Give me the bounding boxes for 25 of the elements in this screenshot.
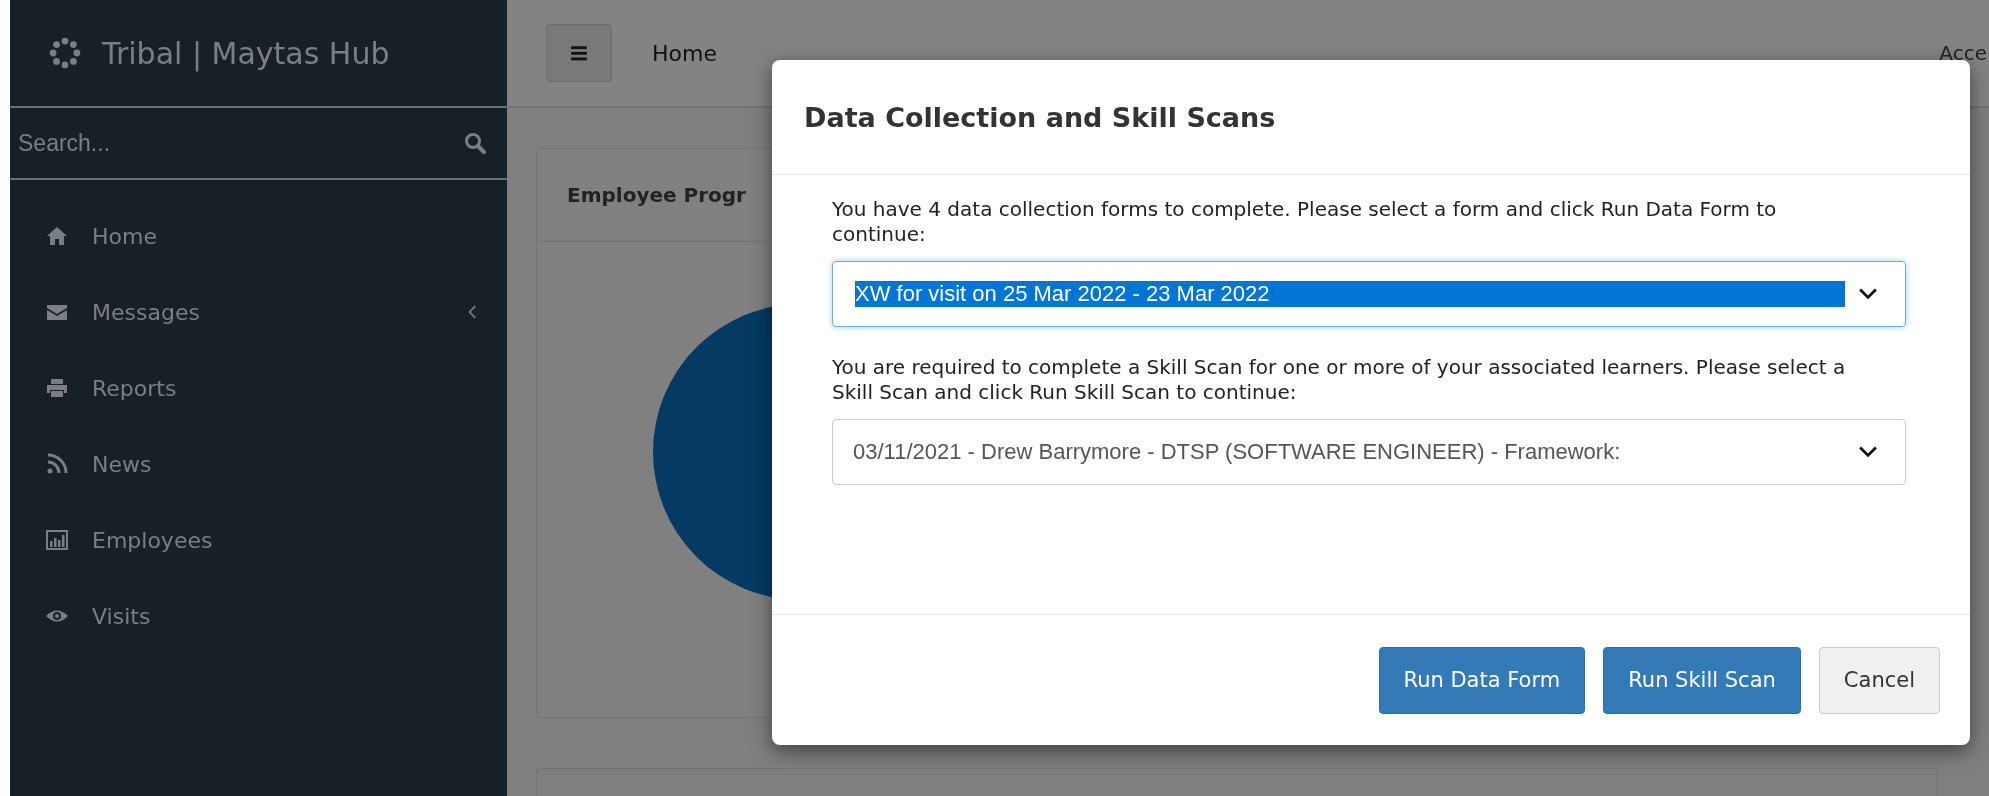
card-title: Employee Progr [567, 183, 746, 207]
sidebar-item[interactable]: Home [10, 198, 507, 274]
chevron-left-icon [467, 305, 477, 319]
search-field[interactable]: Search... [16, 128, 463, 158]
instruction-text: You are required to complete a Skill Scan for one or more of your associated learners. Please select a Skill Scan and click Run Skill Scan to continue: [832, 355, 1847, 405]
breadcrumb[interactable]: Home [652, 40, 717, 66]
chevron-down-icon [1859, 288, 1877, 300]
menu-icon [570, 44, 588, 62]
chevron-down-icon [1859, 446, 1877, 458]
sidebar-item[interactable]: Visits [10, 578, 507, 654]
dotted-ring-logo-icon [48, 36, 82, 70]
dropdown-field[interactable]: 03/11/2021 - Drew Barrymore - DTSP (SOFTWARE ENGINEER) - Framework: [832, 419, 1906, 485]
sidebar-item[interactable]: Employees [10, 502, 507, 578]
sidebar-item[interactable]: Messages [10, 274, 507, 350]
instruction-text: You have 4 data collection forms to complete. Please select a form and click Run Data Form to continue: [832, 197, 1778, 247]
dropdown-field[interactable]: XW for visit on 25 Mar 2022 - 23 Mar 2022 [832, 261, 1906, 327]
search-icon[interactable] [463, 131, 487, 155]
sidebar-item[interactable]: News [10, 426, 507, 502]
primary-button[interactable]: Run Data Form [1378, 646, 1586, 714]
cancel-button[interactable]: Cancel [1818, 646, 1940, 714]
primary-button[interactable]: Run Skill Scan [1603, 646, 1801, 714]
app-title: Tribal | Maytas Hub [102, 35, 390, 71]
dialog-title: Data Collection and Skill Scans [804, 101, 1276, 133]
menu-button[interactable] [546, 24, 612, 82]
sidebar-item[interactable]: Reports [10, 350, 507, 426]
